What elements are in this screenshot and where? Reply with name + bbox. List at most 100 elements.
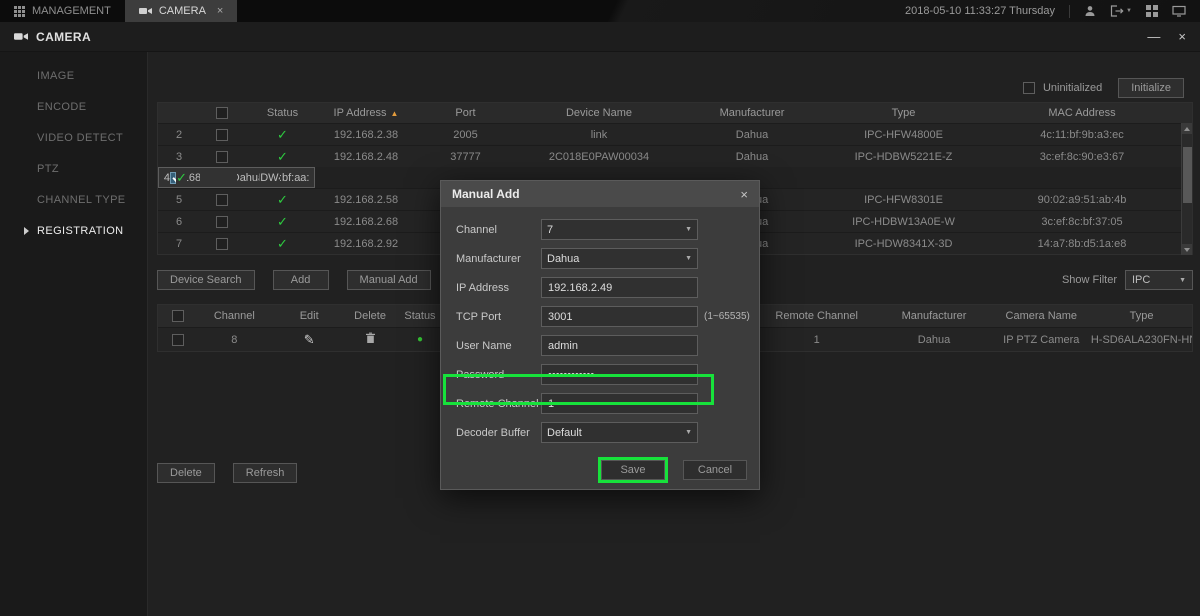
tcp-port-label: TCP Port	[456, 311, 541, 323]
vertical-scrollbar[interactable]	[1181, 123, 1192, 255]
apps-grid-icon	[14, 6, 25, 17]
manufacturer-select[interactable]: Dahua ▼	[541, 248, 698, 269]
scroll-down-icon[interactable]	[1182, 244, 1192, 255]
show-filter-select[interactable]: IPC ▼	[1125, 270, 1193, 290]
scroll-up-icon[interactable]	[1182, 123, 1192, 134]
col-channel: Channel	[198, 305, 271, 327]
row-checkbox[interactable]	[216, 151, 228, 163]
dialog-title: Manual Add	[452, 187, 520, 201]
channel-label: Channel	[456, 224, 541, 236]
sidebar-item-registration[interactable]: REGISTRATION	[0, 215, 147, 246]
added-select-all-checkbox[interactable]	[172, 310, 184, 322]
bottom-actions: Delete Refresh	[157, 463, 297, 483]
status-ok-icon: ✓	[277, 149, 288, 165]
status-ok-icon: ✓	[277, 214, 288, 230]
topbar-separator	[1069, 5, 1070, 18]
col-type: Type	[1091, 305, 1192, 327]
row-checkbox-checked[interactable]	[170, 172, 176, 184]
row-checkbox[interactable]	[216, 194, 228, 206]
save-button[interactable]: Save	[601, 460, 665, 480]
dropdown-arrow-icon: ▼	[685, 255, 692, 262]
dropdown-arrow-icon: ▼	[685, 226, 692, 233]
refresh-button[interactable]: Refresh	[233, 463, 298, 483]
ip-address-label: IP Address	[456, 282, 541, 294]
tcp-port-input[interactable]	[541, 306, 698, 327]
status-ok-icon: ✓	[277, 192, 288, 208]
dropdown-arrow-icon: ▼	[685, 429, 692, 436]
status-ok-icon: ✓	[176, 170, 187, 186]
col-port: Port	[410, 103, 521, 123]
camera-title-icon	[14, 31, 28, 42]
col-device-name: Device Name	[521, 103, 677, 123]
topbar: MANAGEMENT CAMERA × 2018-05-10 11:33:27 …	[0, 0, 1200, 22]
tab-management-label: MANAGEMENT	[32, 5, 111, 17]
col-remote-channel: Remote Channel	[757, 305, 877, 327]
uninitialized-checkbox[interactable]	[1023, 82, 1035, 94]
initialize-button[interactable]: Initialize	[1118, 78, 1184, 98]
sidebar-item-encode[interactable]: ENCODE	[0, 91, 147, 122]
user-icon[interactable]	[1084, 5, 1096, 17]
user-name-label: User Name	[456, 340, 541, 352]
status-ok-icon: ✓	[277, 127, 288, 143]
sidebar-item-ptz[interactable]: PTZ	[0, 153, 147, 184]
dialog-close-icon[interactable]: ×	[740, 187, 748, 202]
edit-icon[interactable]: ✎	[304, 332, 315, 348]
channel-select[interactable]: 7 ▼	[541, 219, 698, 240]
window-titlebar: CAMERA — ×	[0, 22, 1200, 52]
col-ip-address[interactable]: IP Address ▲	[322, 103, 410, 123]
remote-channel-label: Remote Channel	[456, 398, 541, 410]
sidebar-item-image[interactable]: IMAGE	[0, 60, 147, 91]
col-camera-name: Camera Name	[991, 305, 1091, 327]
channel-grid-icon[interactable]	[1146, 5, 1158, 17]
device-row-selected[interactable]: 4 ✓ 192.168.2.49 Dahua DH-IPC-HDW44A1MN-…	[158, 167, 315, 188]
remote-channel-input[interactable]	[541, 393, 698, 414]
row-checkbox[interactable]	[216, 238, 228, 250]
delete-icon[interactable]	[365, 332, 376, 347]
col-manufacturer: Manufacturer	[877, 305, 992, 327]
initialize-row: Uninitialized Initialize	[1023, 78, 1184, 98]
device-search-button[interactable]: Device Search	[157, 270, 255, 290]
ip-address-input[interactable]	[541, 277, 698, 298]
uninitialized-label: Uninitialized	[1043, 82, 1102, 94]
sidebar-item-video-detect[interactable]: VIDEO DETECT	[0, 122, 147, 153]
minimize-icon[interactable]: —	[1147, 29, 1160, 44]
show-filter-label: Show Filter	[1062, 274, 1117, 286]
password-input[interactable]	[541, 364, 698, 385]
tab-camera[interactable]: CAMERA ×	[125, 0, 238, 22]
display-icon[interactable]	[1172, 5, 1186, 17]
logout-caret-icon: ▼	[1126, 8, 1132, 14]
decoder-buffer-select[interactable]: Default ▼	[541, 422, 698, 443]
tab-close-icon[interactable]: ×	[217, 5, 223, 17]
camera-icon	[139, 6, 152, 16]
row-checkbox[interactable]	[216, 216, 228, 228]
close-icon[interactable]: ×	[1178, 29, 1186, 44]
page-title: CAMERA	[36, 30, 91, 44]
select-all-checkbox[interactable]	[216, 107, 228, 119]
user-name-input[interactable]	[541, 335, 698, 356]
device-row[interactable]: 3 ✓ 192.168.2.48 37777 2C018E0PAW00034 D…	[158, 145, 1192, 167]
col-mac-address: MAC Address	[980, 103, 1184, 123]
cancel-button[interactable]: Cancel	[683, 460, 747, 480]
sidebar: IMAGE ENCODE VIDEO DETECT PTZ CHANNEL TY…	[0, 52, 148, 616]
active-item-arrow-icon	[24, 227, 29, 235]
dropdown-arrow-icon: ▼	[1179, 277, 1186, 284]
device-table-header: Status IP Address ▲ Port Device Name Man…	[158, 103, 1192, 123]
manufacturer-label: Manufacturer	[456, 253, 541, 265]
delete-button[interactable]: Delete	[157, 463, 215, 483]
dialog-header: Manual Add ×	[441, 181, 759, 207]
col-manufacturer: Manufacturer	[677, 103, 827, 123]
add-button[interactable]: Add	[273, 270, 329, 290]
col-edit: Edit	[271, 305, 348, 327]
scrollbar-thumb[interactable]	[1183, 147, 1192, 203]
tab-management[interactable]: MANAGEMENT	[0, 0, 125, 22]
sort-asc-icon: ▲	[391, 109, 399, 118]
decoder-buffer-label: Decoder Buffer	[456, 427, 541, 439]
manual-add-button[interactable]: Manual Add	[347, 270, 431, 290]
col-status: Status	[243, 103, 322, 123]
added-row-checkbox[interactable]	[172, 334, 184, 346]
device-row[interactable]: 2 ✓ 192.168.2.38 2005 link Dahua IPC-HFW…	[158, 123, 1192, 145]
logout-icon[interactable]: ▼	[1110, 5, 1132, 17]
status-online-dot: ●	[417, 334, 423, 345]
row-checkbox[interactable]	[216, 129, 228, 141]
sidebar-item-channel-type[interactable]: CHANNEL TYPE	[0, 184, 147, 215]
